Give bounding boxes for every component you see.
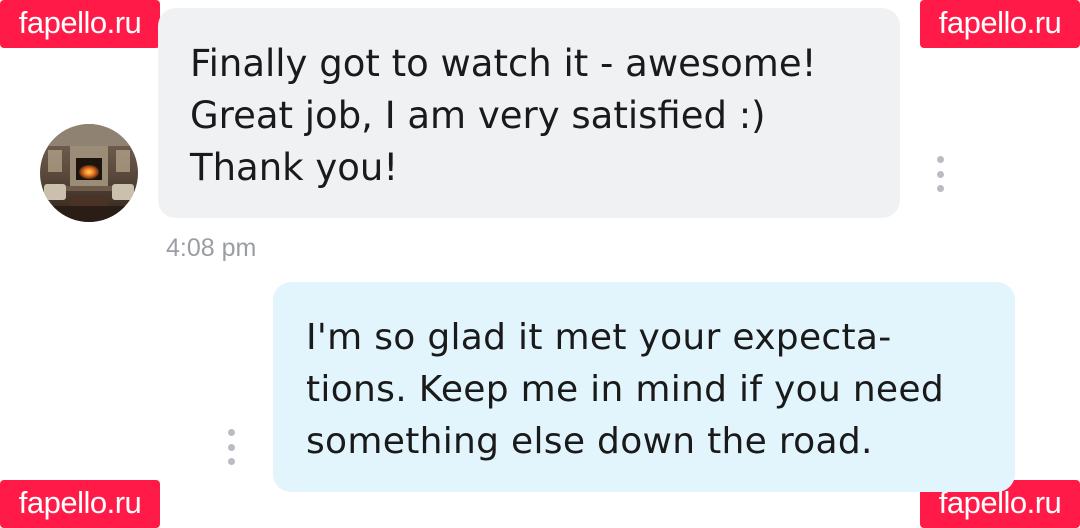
outgoing-message-bubble[interactable]: I'm so glad it met your expecta- tions. … <box>273 282 1015 492</box>
dot <box>227 458 235 465</box>
outgoing-message-line: tions. Keep me in mind if you need <box>306 369 944 410</box>
dot <box>227 429 235 436</box>
incoming-message-bubble[interactable]: Finally got to watch it - awesome! Great… <box>158 8 900 218</box>
message-timestamp: 4:08 pm <box>166 234 257 262</box>
watermark-bottom-left: fapello.ru <box>0 480 160 528</box>
watermark-top-right: fapello.ru <box>920 0 1080 48</box>
watermark-top-left: fapello.ru <box>0 0 160 48</box>
fireplace-room-icon <box>40 124 138 222</box>
dot <box>936 156 944 163</box>
incoming-message-line: Thank you! <box>190 146 399 189</box>
dot <box>936 170 944 178</box>
incoming-message-line: Great job, I am very satisfied :) <box>190 94 766 137</box>
incoming-message-line: Finally got to watch it - awesome! <box>190 42 817 85</box>
sender-avatar[interactable] <box>40 124 138 222</box>
incoming-message-options-icon[interactable] <box>932 156 948 192</box>
dot <box>936 185 944 192</box>
outgoing-message-line: I'm so glad it met your expecta- <box>306 317 892 358</box>
outgoing-message-options-icon[interactable] <box>223 429 239 465</box>
outgoing-message-line: something else down the road. <box>306 421 873 462</box>
dot <box>227 443 235 451</box>
